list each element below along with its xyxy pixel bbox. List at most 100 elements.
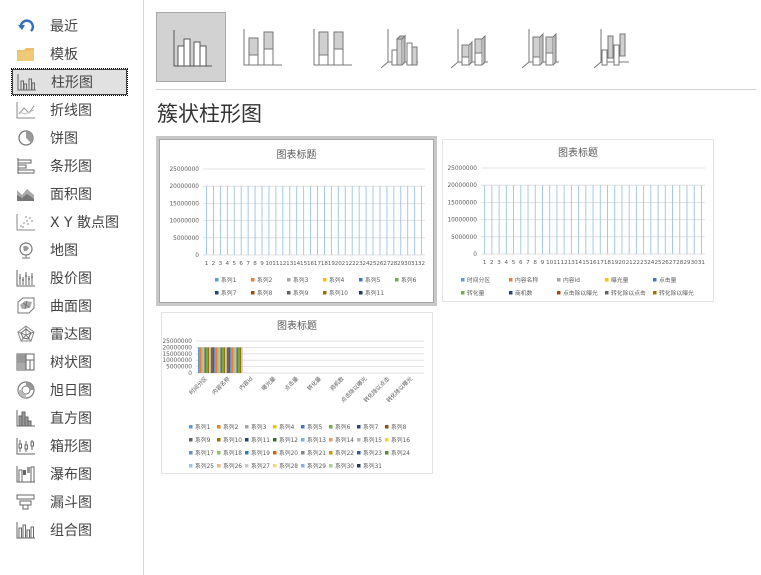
sidebar-item-folder[interactable]: 模板 xyxy=(12,41,127,67)
y-tick-label: 10000000 xyxy=(162,358,192,364)
sidebar-item-label: 雷达图 xyxy=(50,327,92,343)
legend-label: 系列16 xyxy=(391,436,410,444)
legend-swatch xyxy=(245,425,249,429)
sidebar-item-radar-chart[interactable]: 雷达图 xyxy=(12,321,127,347)
legend-swatch xyxy=(245,451,249,455)
y-tick-label: 15000000 xyxy=(169,201,199,207)
legend-swatch xyxy=(359,278,363,282)
legend-label: 转化除以点击 xyxy=(611,289,646,297)
legend-swatch xyxy=(217,438,221,442)
sidebar-item-histogram-chart[interactable]: 直方图 xyxy=(12,405,127,431)
sidebar-item-sunburst-chart[interactable]: 旭日图 xyxy=(12,377,127,403)
chart-title: 图表标题 xyxy=(277,319,317,332)
legend-swatch xyxy=(329,438,333,442)
bar xyxy=(578,185,580,254)
sidebar-item-waterfall-chart[interactable]: 瀑布图 xyxy=(12,461,127,487)
x-tick-label: 6 xyxy=(519,260,523,266)
legend-label: 系列27 xyxy=(251,462,270,470)
bar xyxy=(498,185,500,254)
legend-label: 系列26 xyxy=(223,462,242,470)
subtype-3d-100-stacked-column-button[interactable] xyxy=(509,12,579,82)
area-chart-icon xyxy=(15,184,37,204)
legend-swatch xyxy=(273,464,277,468)
sidebar-item-line-chart[interactable]: 折线图 xyxy=(12,97,127,123)
legend-label: 时间分区 xyxy=(467,276,490,284)
sidebar-item-map-chart[interactable]: 地图 xyxy=(12,237,127,263)
sidebar-item-stock-chart[interactable]: 股价图 xyxy=(12,265,127,291)
y-tick-label: 25000000 xyxy=(447,166,477,172)
subtype-clustered-column-button[interactable] xyxy=(156,12,226,82)
x-tick-label: 9 xyxy=(541,260,545,266)
legend-swatch xyxy=(217,425,221,429)
legend-swatch xyxy=(301,438,305,442)
legend-swatch xyxy=(395,278,399,282)
bar xyxy=(527,185,529,254)
bar xyxy=(206,347,208,373)
y-tick-label: 10000000 xyxy=(169,219,199,225)
subtype-3d-column-button[interactable] xyxy=(579,12,649,82)
sidebar-item-funnel-chart[interactable]: 漏斗图 xyxy=(12,489,127,515)
bar xyxy=(218,347,221,373)
legend-swatch xyxy=(357,438,361,442)
stock-chart-icon xyxy=(15,268,37,288)
line-chart-icon xyxy=(15,100,37,120)
sidebar-item-column-chart[interactable]: 柱形图 xyxy=(11,68,128,96)
subtype-100-stacked-column-button[interactable] xyxy=(297,12,367,82)
chart-preview-1[interactable]: 图表标题 25000000 20000000 15000000 10000000 5000… xyxy=(156,136,437,306)
sidebar-item-recent[interactable]: 最近 xyxy=(12,13,127,39)
legend-label: 点击量 xyxy=(659,276,677,284)
legend-swatch xyxy=(189,451,193,455)
map-chart-icon xyxy=(15,240,37,260)
chart-preview-2[interactable]: 图表标题 25000000 20000000 15000000 10000000 5000… xyxy=(442,139,714,302)
legend-label: 系列31 xyxy=(363,462,382,470)
chart-subtype-heading: 簇状柱形图 xyxy=(157,102,262,126)
sidebar-item-bar-chart[interactable]: 条形图 xyxy=(12,153,127,179)
bar xyxy=(585,185,587,254)
bar xyxy=(324,186,325,255)
chart-preview-3[interactable]: 图表标题 25000000 20000000 15000000 10000000 5000… xyxy=(161,312,433,474)
x-tick-label: 9 xyxy=(260,261,264,267)
x-tick-label: 2 xyxy=(490,260,494,266)
x-tick-label: 曝光量 xyxy=(260,374,278,392)
legend-label: 系列13 xyxy=(307,436,326,444)
legend-label: 系列5 xyxy=(365,276,381,284)
bar xyxy=(212,347,214,373)
chart-svg: 图表标题 25000000 20000000 15000000 10000000 5000… xyxy=(169,148,425,297)
sidebar-item-area-chart[interactable]: 面积图 xyxy=(12,181,127,207)
subtype-3d-clustered-column-button[interactable] xyxy=(368,12,438,82)
bar xyxy=(393,186,395,255)
bar xyxy=(414,186,416,255)
legend-swatch xyxy=(273,451,277,455)
bar xyxy=(344,186,346,255)
sidebar-item-treemap-chart[interactable]: 树状图 xyxy=(12,349,127,375)
legend-label: 系列25 xyxy=(195,462,214,470)
x-tick-label: 4 xyxy=(505,260,509,266)
bar xyxy=(386,186,388,255)
legend-swatch xyxy=(245,464,249,468)
legend-label: 系列6 xyxy=(335,423,351,431)
sidebar-item-surface-chart[interactable]: 曲面图 xyxy=(12,293,127,319)
scatter-chart-icon xyxy=(15,212,37,232)
bar xyxy=(614,185,616,254)
legend-swatch xyxy=(273,425,277,429)
bar xyxy=(505,185,507,254)
sidebar-item-label: 旭日图 xyxy=(50,383,92,399)
sidebar-item-box-whisker-chart[interactable]: 箱形图 xyxy=(12,433,127,459)
sidebar-item-combo-chart[interactable]: 组合图 xyxy=(12,517,127,543)
chart-type-sidebar: 最近 模板 柱形图 折线图 饼图 条形图 面积图 X Y 散点图 地图 股价图 曲面图雷达图树状图旭… xyxy=(0,0,144,575)
y-tick-label: 15000000 xyxy=(447,200,477,206)
y-tick-label: 5000000 xyxy=(173,236,199,242)
sidebar-item-pie-chart[interactable]: 饼图 xyxy=(12,125,127,151)
subtype-stacked-column-button[interactable] xyxy=(227,12,297,82)
bar xyxy=(599,185,601,254)
bar xyxy=(226,186,228,255)
subtype-3d-stacked-column-button[interactable] xyxy=(438,12,508,82)
bar xyxy=(289,186,291,255)
y-tick-label: 0 xyxy=(195,253,199,259)
legend-swatch xyxy=(301,425,305,429)
sidebar-item-label: 瀑布图 xyxy=(50,467,92,483)
bar xyxy=(621,185,623,254)
sidebar-item-scatter-chart[interactable]: X Y 散点图 xyxy=(12,209,127,235)
legend-label: 系列3 xyxy=(251,423,267,431)
bar xyxy=(556,185,558,254)
